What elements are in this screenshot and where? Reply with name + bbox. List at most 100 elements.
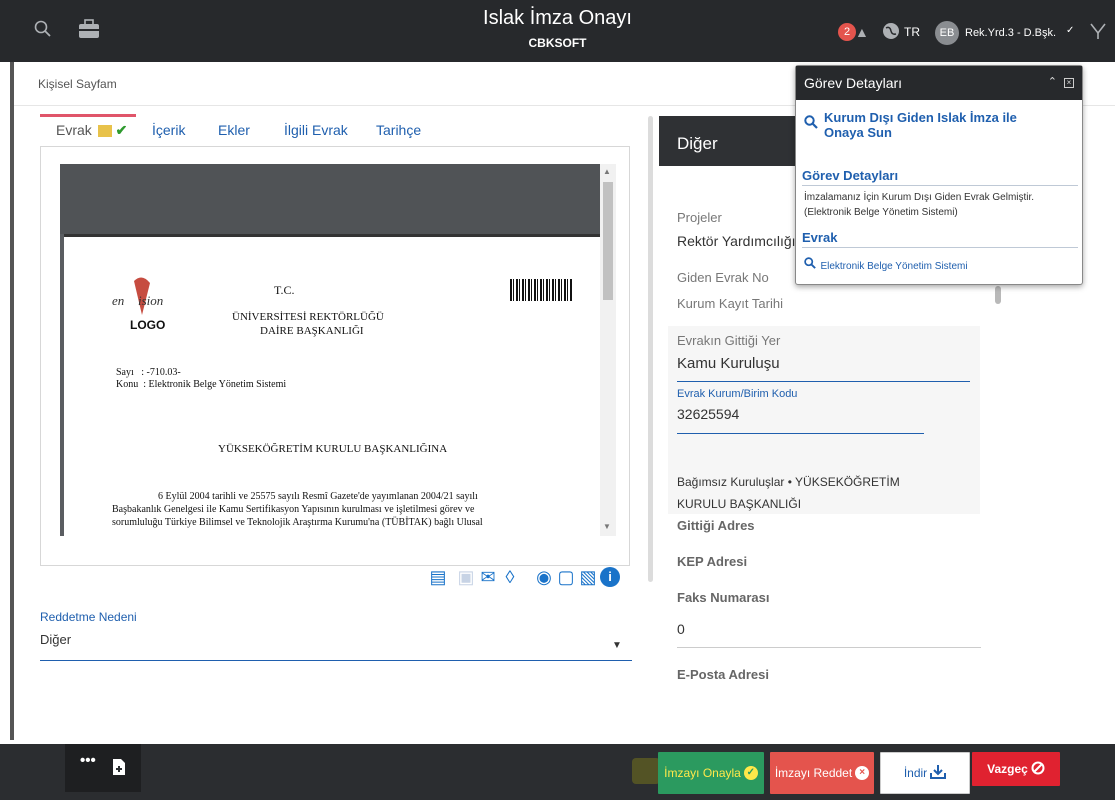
avatar[interactable]: EB <box>935 21 959 45</box>
doc-body-line1: 6 Eylül 2004 tarihli ve 25575 sayılı Res… <box>158 491 478 502</box>
left-border <box>10 62 14 740</box>
viewer-header <box>60 164 616 234</box>
doc-university: ÜNİVERSİTESİ REKTÖRLÜĞÜ <box>232 311 384 323</box>
checkmark-icon: ✔ <box>115 122 128 138</box>
scroll-down-icon[interactable]: ▼ <box>603 522 611 531</box>
evrakin-gittigi-yer-label: Evrakın Gittiği Yer <box>677 333 781 348</box>
right-panel-header: Diğer <box>659 116 799 166</box>
tab-evrak[interactable]: Evrak ✔ <box>56 122 127 139</box>
projeler-value[interactable]: Rektör Yardımcılığı <box>677 233 796 249</box>
tab-ekler[interactable]: Ekler <box>218 122 250 138</box>
search-icon <box>804 256 816 274</box>
evrakin-gittigi-yer-value[interactable]: Kamu Kuruluşu <box>677 355 780 372</box>
check-circle-icon: ✓ <box>743 766 758 780</box>
task-desc-line2: (Elektronik Belge Yönetim Sistemi) <box>804 207 958 218</box>
download-label: İndir <box>903 766 928 780</box>
stamp-icon[interactable]: ◉ <box>534 567 554 587</box>
popup-title: Görev Detayları <box>804 75 903 91</box>
archive-icon[interactable]: ▢ <box>556 567 576 587</box>
tab-tarihce[interactable]: Tarihçe <box>376 122 421 138</box>
svg-text:ision: ision <box>138 293 163 308</box>
evrak-link-label: Elektronik Belge Yönetim Sistemi <box>820 261 968 273</box>
tab-label: Evrak <box>56 122 92 138</box>
info-icon[interactable]: i <box>600 567 620 587</box>
kurum-line2: KURULU BAŞKANLIĞI <box>677 497 802 511</box>
doc-tc: T.C. <box>274 283 295 297</box>
kurum-kodu-label: Evrak Kurum/Birim Kodu <box>677 388 798 400</box>
mail-icon[interactable]: ✉ <box>478 567 498 587</box>
doc-recipient: YÜKSEKÖĞRETİM KURULU BAŞKANLIĞINA <box>218 443 448 455</box>
doc-department: DAİRE BAŞKANLIĞI <box>260 325 364 337</box>
open-mail-icon[interactable]: ◊ <box>500 567 520 587</box>
task-link-line1: Kurum Dışı Giden Islak İmza ile <box>824 110 1017 125</box>
document-viewer[interactable]: en ision LOGO T.C. ÜNİVERSİTESİ REKTÖRLÜ… <box>60 164 616 536</box>
task-desc-line1: İmzalamanız İçin Kurum Dışı Giden Evrak … <box>804 192 1035 203</box>
doc-konu: Konu : Elektronik Belge Yönetim Sistemi <box>116 379 287 390</box>
task-details-popup: Görev Detayları ⌃ × Kurum Dışı Giden Isl… <box>795 65 1083 285</box>
globe-icon[interactable] <box>882 22 900 45</box>
document-check-icon <box>97 125 112 138</box>
barcode <box>510 279 572 301</box>
projeler-label: Projeler <box>677 210 722 225</box>
comment-icon[interactable]: ▤ <box>428 567 448 587</box>
top-bar: Islak İmza Onayı CBKSOFT 2 ▲ TR EB Rek.Y… <box>0 0 1115 62</box>
splitter[interactable] <box>648 116 653 582</box>
scroll-up-icon[interactable]: ▲ <box>603 167 611 176</box>
doc-sayi: Sayı : -710.03- <box>116 367 181 378</box>
cancel-label: Vazgeç <box>987 762 1028 776</box>
dropdown-caret-icon[interactable]: ▼ <box>612 640 622 651</box>
company-logo: en ision LOGO <box>112 275 172 333</box>
collapse-icon[interactable]: ⌃ <box>1048 76 1057 88</box>
faks-label: Faks Numarası <box>677 590 770 605</box>
chevron-down-icon[interactable]: ✓ <box>1066 25 1074 36</box>
close-icon[interactable]: × <box>1064 78 1074 88</box>
reject-label: İmzayı Reddet <box>774 766 853 780</box>
document-page: en ision LOGO T.C. ÜNİVERSİTESİ REKTÖRLÜ… <box>64 234 600 536</box>
svg-text:en: en <box>112 293 124 308</box>
right-scrollbar[interactable] <box>995 286 1001 304</box>
eposta-label: E-Posta Adresi <box>677 667 769 682</box>
approve-label: İmzayı Onayla <box>664 766 741 780</box>
approve-signature-button[interactable]: İmzayı Onayla ✓ <box>658 752 764 794</box>
ban-icon <box>1031 761 1045 778</box>
doc-body-line3: sorumluluğu Türkiye Bilimsel ve Teknoloj… <box>112 517 483 528</box>
tab-icerik[interactable]: İçerik <box>152 122 185 138</box>
cancel-button[interactable]: Vazgeç <box>972 752 1060 786</box>
search-icon <box>804 115 818 134</box>
tab-ilgili-evrak[interactable]: İlgili Evrak <box>284 122 348 138</box>
language-label[interactable]: TR <box>904 25 920 39</box>
svg-text:LOGO: LOGO <box>130 318 165 332</box>
copy-icon[interactable]: ▧ <box>578 567 598 587</box>
reject-reason-select[interactable]: Diğer <box>40 632 71 647</box>
faks-value[interactable]: 0 <box>677 621 685 637</box>
evrak-section: Evrak <box>802 230 1078 248</box>
bell-icon[interactable]: ▲ <box>855 24 869 40</box>
close-circle-icon: × <box>855 766 870 780</box>
user-name[interactable]: Rek.Yrd.3 - D.Bşk. <box>965 27 1056 39</box>
breadcrumb[interactable]: Kişisel Sayfam <box>38 77 117 91</box>
viewer-scroll-thumb[interactable] <box>603 182 613 300</box>
more-icon[interactable]: ••• <box>80 752 96 769</box>
kurum-kodu-value[interactable]: 32625594 <box>677 406 739 422</box>
kurum-kodu-underline <box>677 433 924 434</box>
kurum-line1: Bağımsız Kuruluşlar • YÜKSEKÖĞRETİM <box>677 475 900 489</box>
gittigi-adres-label: Gittiği Adres <box>677 518 755 533</box>
faks-underline <box>677 647 981 648</box>
new-document-icon[interactable] <box>112 758 126 780</box>
download-icon <box>930 764 947 782</box>
popup-controls: ⌃ × <box>1048 75 1074 88</box>
reject-signature-button[interactable]: İmzayı Reddet × <box>770 752 874 794</box>
download-button[interactable]: İndir <box>880 752 970 794</box>
kurum-kayit-tarihi-label: Kurum Kayıt Tarihi <box>677 296 783 311</box>
doc-body-line2: Başbakanlık Genelgesi ile Kamu Sertifika… <box>112 504 475 515</box>
approve-highlight <box>632 758 660 784</box>
notification-badge[interactable]: 2 <box>838 23 856 41</box>
task-link-line2: Onaya Sun <box>824 125 892 140</box>
evrak-link[interactable]: Elektronik Belge Yönetim Sistemi <box>804 256 968 274</box>
filter-icon[interactable] <box>1090 22 1106 45</box>
giden-evrak-no-label: Giden Evrak No <box>677 270 769 285</box>
reject-reason-label: Reddetme Nedeni <box>40 610 137 624</box>
kep-label: KEP Adresi <box>677 554 748 569</box>
task-link[interactable]: Kurum Dışı Giden Islak İmza ile Onaya Su… <box>804 110 1074 140</box>
document-icon[interactable]: ▣ <box>456 567 476 587</box>
